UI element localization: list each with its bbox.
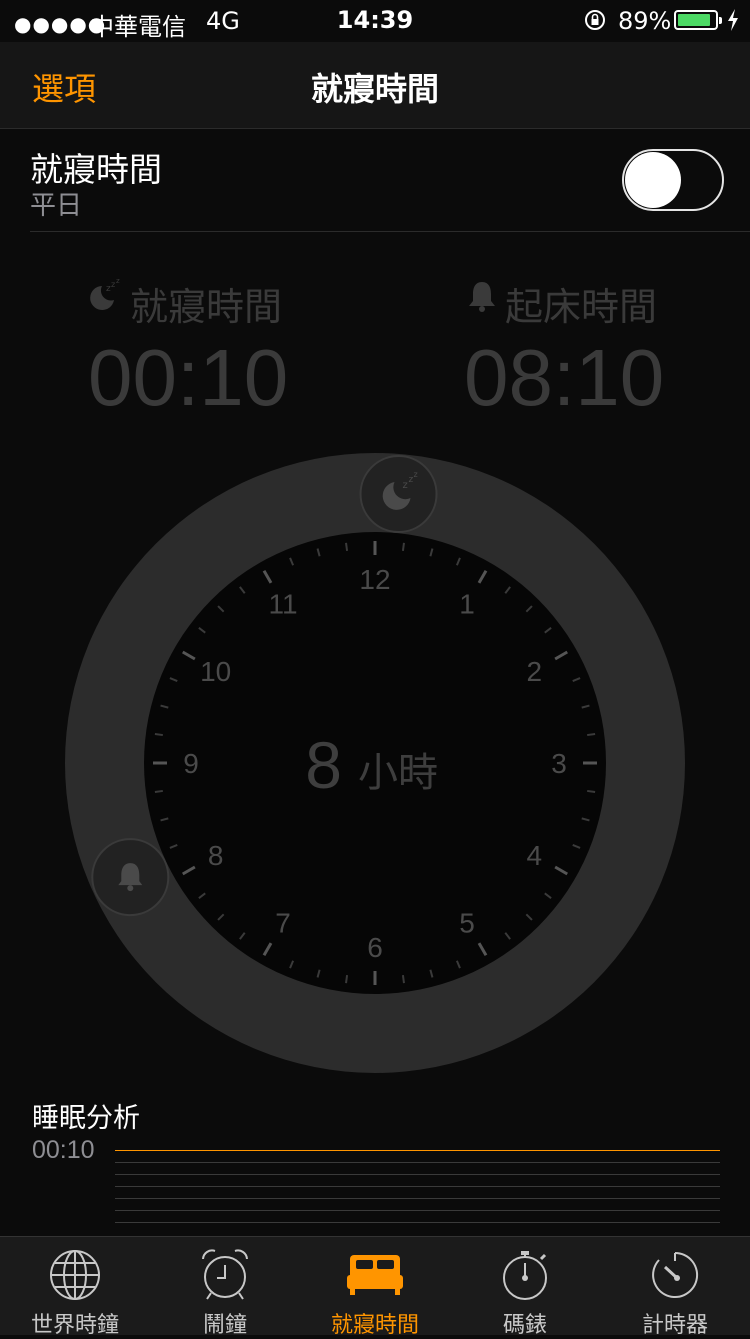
clock-number: 2	[527, 656, 543, 687]
tab-bar: 世界時鐘 鬧鐘 就寢時間 碼錶 計時器	[0, 1236, 750, 1338]
bedtime-label: 就寢時間	[130, 285, 283, 329]
svg-text:z: z	[111, 280, 115, 289]
clock-number: 10	[200, 656, 231, 687]
stopwatch-icon	[503, 1251, 547, 1300]
battery-fill	[678, 14, 711, 26]
analysis-grid-line	[115, 1198, 720, 1199]
status-bar: ●●●●● 中華電信 4G 14:39 89%	[0, 0, 750, 42]
sleep-analysis-time: 00:10	[32, 1136, 95, 1164]
bedtime-handle[interactable]: z z z	[359, 455, 438, 534]
clock-tick	[154, 733, 163, 737]
clock-tick	[154, 789, 163, 793]
globe-icon	[50, 1250, 100, 1300]
clock-number: 11	[268, 589, 297, 620]
clock-tick	[587, 789, 596, 793]
battery-percent: 89%	[618, 7, 672, 35]
clock-number: 4	[527, 840, 543, 871]
wake-label: 起床時間	[505, 285, 658, 329]
clock-number: 1	[459, 589, 475, 620]
duration-value: 8	[305, 728, 342, 802]
analysis-grid-line	[115, 1222, 720, 1223]
tab-timer[interactable]: 計時器	[600, 1237, 750, 1338]
clock-tick	[401, 975, 405, 984]
svg-text:z: z	[414, 470, 418, 479]
analysis-grid-line	[115, 1174, 720, 1175]
tab-world-clock[interactable]: 世界時鐘	[0, 1237, 150, 1338]
bedtime-row-title: 就寢時間	[30, 150, 162, 189]
tab-label: 計時器	[641, 1313, 708, 1338]
bedtime-setting-row: 就寢時間 平日	[30, 129, 750, 232]
wake-value: 08:10	[464, 333, 665, 422]
clock-number: 6	[367, 932, 383, 963]
page-title: 就寢時間	[310, 70, 439, 108]
tab-label: 就寢時間	[330, 1313, 419, 1338]
svg-text:z: z	[403, 480, 408, 491]
rotation-lock-icon	[585, 10, 605, 30]
bedtime-toggle[interactable]	[622, 149, 724, 211]
sleep-clock-dial: 121234567891011 8 小時 z z z	[65, 453, 685, 1073]
wake-handle[interactable]	[91, 838, 170, 917]
sleep-analysis-title: 睡眠分析	[32, 1103, 140, 1134]
moon-zzz-icon: z z z	[90, 278, 120, 310]
bell-icon	[469, 282, 495, 312]
duration-unit: 小時	[358, 750, 438, 796]
navigation-bar: 選項 就寢時間	[0, 42, 750, 129]
tab-label: 世界時鐘	[30, 1313, 119, 1338]
timer-icon	[652, 1251, 699, 1298]
analysis-grid-line	[115, 1162, 720, 1163]
svg-text:z: z	[116, 278, 120, 285]
tab-label: 鬧鐘	[202, 1313, 247, 1338]
analysis-bedtime-line	[115, 1150, 720, 1151]
tab-bedtime[interactable]: 就寢時間	[300, 1237, 450, 1338]
clock-tick	[587, 733, 596, 737]
tab-label: 碼錶	[502, 1313, 547, 1338]
clock-tick	[345, 542, 349, 551]
battery-nub	[719, 17, 722, 24]
bedtime-handle-circle[interactable]	[359, 455, 438, 534]
tab-stopwatch[interactable]: 碼錶	[450, 1237, 600, 1338]
analysis-grid-line	[115, 1186, 720, 1187]
charging-bolt-icon	[728, 9, 738, 31]
clock-tick	[401, 542, 405, 551]
clock-number: 9	[183, 748, 199, 779]
clock-number: 12	[359, 564, 390, 595]
toggle-knob	[625, 152, 681, 208]
bed-icon	[347, 1255, 403, 1295]
bedtime-value: 00:10	[88, 333, 289, 422]
clock-tick	[345, 975, 349, 984]
clock-number: 7	[275, 907, 291, 938]
battery-icon	[674, 10, 722, 30]
clock-number: 5	[459, 907, 475, 938]
tab-alarm[interactable]: 鬧鐘	[150, 1237, 300, 1338]
clock-number: 3	[551, 748, 567, 779]
bedtime-row-subtitle: 平日	[30, 191, 83, 221]
analysis-grid-line	[115, 1210, 720, 1211]
clock-number: 8	[208, 840, 224, 871]
alarm-clock-icon	[202, 1249, 248, 1300]
